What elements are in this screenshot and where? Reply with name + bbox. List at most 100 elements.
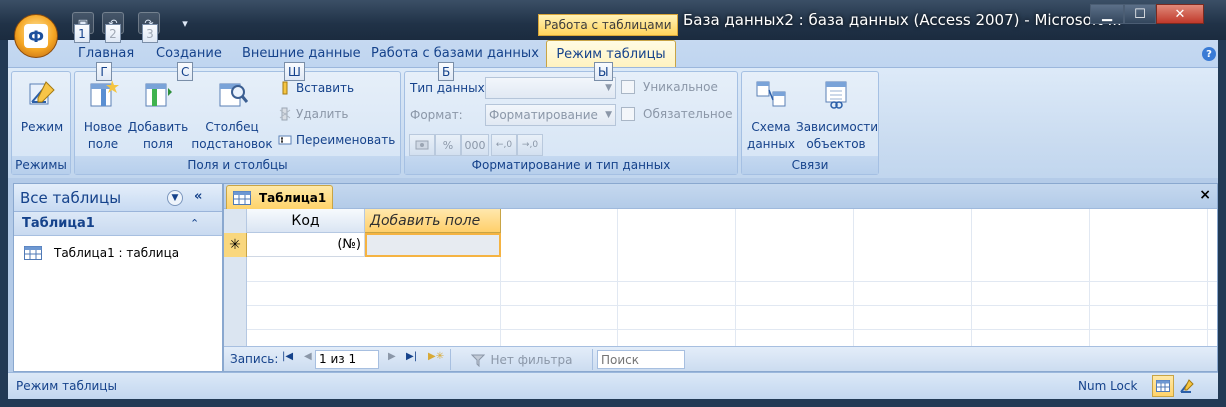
required-checkbox[interactable]: [621, 107, 635, 121]
relationships-label-2: данных: [747, 137, 795, 151]
nav-group-title: Таблица1: [22, 216, 95, 231]
tab-external-data[interactable]: Внешние данные: [242, 46, 361, 61]
required-label: Обязательное: [643, 107, 733, 121]
column-header-add-field[interactable]: Добавить поле: [365, 209, 501, 233]
increase-decimals-button[interactable]: ←,0: [491, 134, 517, 156]
lookup-column-label-2: подстановок: [191, 137, 273, 151]
relationships-button[interactable]: Схема данных: [746, 78, 796, 153]
nav-item-table1[interactable]: Таблица1 : таблица: [24, 246, 179, 260]
maximize-button[interactable]: ☐: [1124, 4, 1156, 24]
insert-column-label: Вставить: [296, 81, 355, 95]
lookup-column-icon: [219, 83, 249, 107]
keytip-qat-1: 1: [74, 24, 90, 43]
num-lock-indicator: Num Lock: [1078, 379, 1138, 393]
cell-add-field-new[interactable]: [365, 233, 501, 257]
keytip-create: С: [177, 62, 194, 81]
column-header-id[interactable]: Код: [247, 209, 365, 233]
help-icon[interactable]: ?: [1202, 47, 1216, 61]
datasheet-grid: Код Добавить поле ✳ (№): [224, 209, 1217, 346]
document-area: Таблица1 × Код Добавить поле ✳ (№) Запис…: [223, 183, 1218, 372]
record-label: Запись:: [230, 352, 279, 366]
view-button[interactable]: Режим: [20, 78, 64, 136]
add-fields-icon: [145, 83, 172, 107]
add-fields-label-1: Добавить: [127, 120, 189, 134]
lookup-column-button[interactable]: Столбец подстановок: [191, 78, 273, 153]
table-icon: [233, 190, 251, 205]
chevron-down-icon: ▼: [605, 83, 612, 93]
rename-column-button[interactable]: Переименовать: [278, 133, 395, 147]
lookup-column-label-1: Столбец: [205, 120, 259, 134]
funnel-icon: [470, 354, 485, 367]
unique-label: Уникальное: [643, 80, 718, 94]
minimize-button[interactable]: ▁: [1090, 4, 1124, 24]
currency-format-button[interactable]: [409, 134, 435, 156]
document-tab-label: Таблица1: [259, 190, 327, 205]
status-mode: Режим таблицы: [16, 379, 117, 393]
group-formatting: Тип данных: ▼ Формат: Форматирование ▼ У…: [404, 71, 738, 175]
first-record-icon[interactable]: |◀: [282, 351, 293, 362]
format-combo[interactable]: Форматирование ▼: [485, 104, 616, 126]
nav-pane-header[interactable]: Все таблицы ▼ «: [14, 184, 222, 212]
new-record-icon[interactable]: ▶✳: [428, 351, 444, 362]
design-view-icon: [1180, 379, 1194, 393]
delete-column-label: Удалить: [296, 107, 349, 121]
rename-column-icon: [278, 135, 292, 145]
unique-checkbox[interactable]: [621, 80, 635, 94]
thousands-format-button[interactable]: 000: [461, 134, 489, 156]
add-fields-button[interactable]: Добавить поля: [127, 78, 189, 153]
keytip-external-data: Ш: [284, 62, 305, 81]
format-label: Формат:: [410, 108, 463, 122]
delete-column-button[interactable]: Удалить: [278, 107, 349, 121]
object-dependencies-button[interactable]: Зависимости объектов: [796, 78, 878, 153]
close-document-icon[interactable]: ×: [1199, 187, 1211, 203]
group-relations-label: Связи: [742, 156, 878, 174]
nav-pane-title: Все таблицы: [20, 189, 122, 207]
next-record-icon[interactable]: ▶: [388, 351, 396, 362]
view-button-label: Режим: [20, 120, 64, 134]
insert-column-button[interactable]: Вставить: [278, 81, 354, 95]
object-dependencies-label-2: объектов: [806, 137, 866, 151]
insert-column-icon: [282, 81, 288, 95]
qat-customize-icon[interactable]: ▾: [178, 12, 192, 34]
close-button[interactable]: ✕: [1156, 4, 1204, 24]
decrease-decimals-button[interactable]: →,0: [517, 134, 543, 156]
office-button[interactable]: Ф: [14, 14, 58, 58]
grid-divider: [224, 329, 1217, 330]
collapse-group-icon[interactable]: ⌃: [190, 212, 199, 236]
previous-record-icon[interactable]: ◀: [304, 351, 312, 362]
new-record-marker[interactable]: ✳: [224, 233, 247, 257]
tab-home[interactable]: Главная: [78, 46, 134, 61]
status-bar: Режим таблицы Num Lock: [8, 372, 1218, 399]
group-formatting-label: Форматирование и тип данных: [405, 156, 737, 174]
format-combo-value: Форматирование: [489, 108, 598, 122]
grid-divider: [617, 209, 618, 346]
record-position-input[interactable]: 1 из 1: [315, 350, 379, 369]
new-field-label-1: Новое: [83, 120, 123, 134]
filter-toggle[interactable]: Нет фильтра: [450, 349, 593, 370]
keytip-qat-2: 2: [105, 24, 121, 43]
relationships-icon: [756, 81, 786, 107]
percent-format-button[interactable]: %: [435, 134, 461, 156]
datasheet-view-button[interactable]: [1152, 375, 1174, 397]
last-record-icon[interactable]: ▶|: [406, 351, 417, 362]
grid-divider: [1089, 209, 1090, 346]
tab-table1[interactable]: Таблица1: [226, 185, 333, 209]
nav-menu-dropdown-icon[interactable]: ▼: [167, 190, 183, 206]
workspace: Все таблицы ▼ « Таблица1 ⌃ Таблица1 : та…: [8, 178, 1218, 372]
cell-id-new[interactable]: (№): [247, 233, 365, 257]
search-input[interactable]: [597, 350, 685, 369]
tab-create[interactable]: Создание: [156, 46, 222, 61]
new-field-label-2: поле: [87, 137, 119, 151]
nav-group-header[interactable]: Таблица1 ⌃: [14, 212, 222, 236]
collapse-pane-icon[interactable]: «: [194, 189, 202, 204]
new-field-button[interactable]: Новое поле: [81, 78, 125, 153]
tab-database-tools[interactable]: Работа с базами данных: [371, 46, 539, 61]
grid-divider: [224, 281, 1217, 282]
relationships-label-1: Схема: [751, 120, 791, 134]
design-view-button[interactable]: [1176, 375, 1198, 397]
view-design-icon: [29, 81, 55, 105]
filter-label: Нет фильтра: [490, 352, 573, 367]
keytip-datasheet: Ы: [594, 62, 613, 81]
title-bar: ▣ ↶ ↷ ▾ 1 2 3 Работа с таблицами База да…: [0, 0, 1226, 43]
delete-column-icon: [279, 107, 291, 121]
